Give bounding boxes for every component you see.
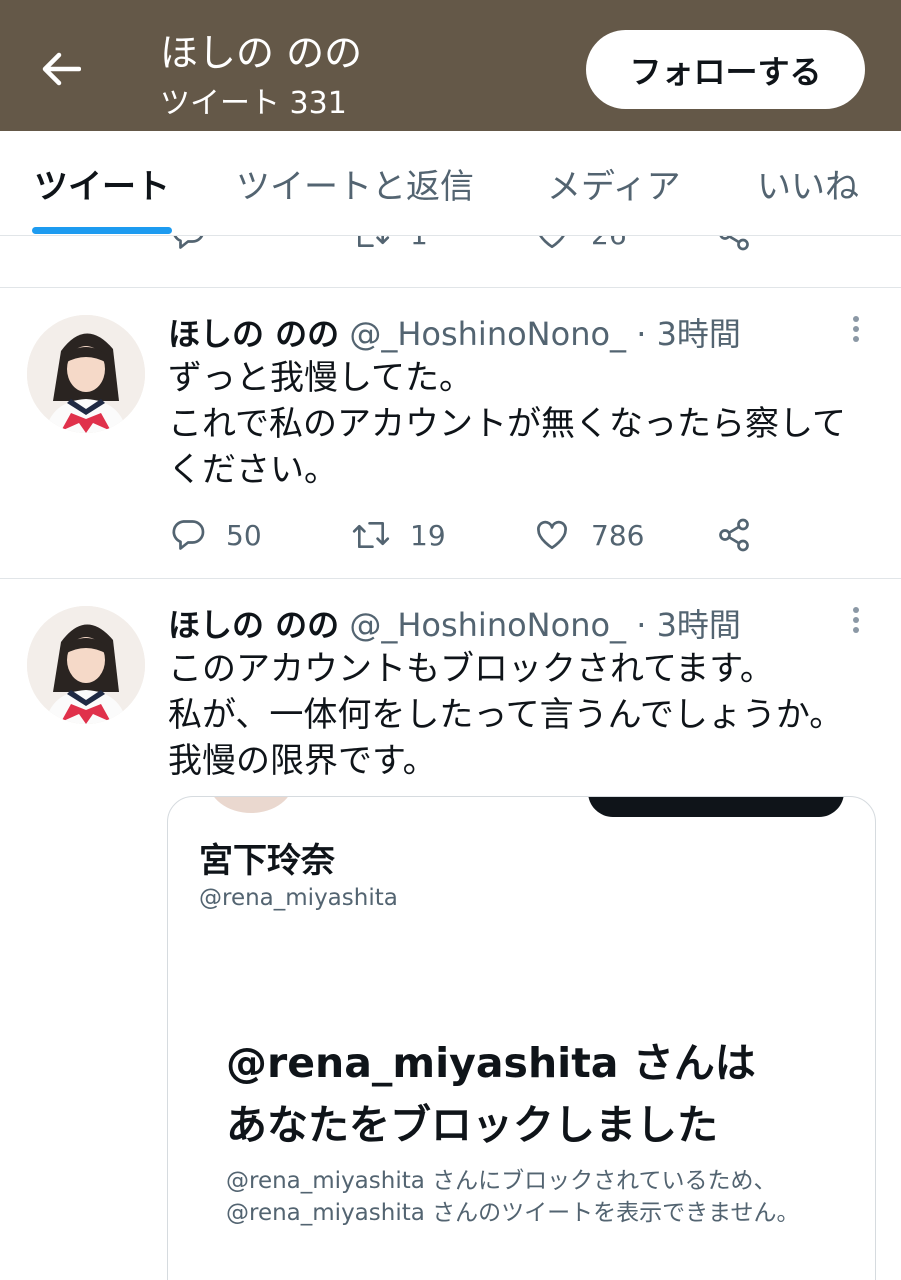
more-options-button[interactable] xyxy=(846,313,866,349)
avatar[interactable] xyxy=(27,606,145,724)
tweet-author-name[interactable]: ほしの のの xyxy=(168,606,339,644)
avatar[interactable] xyxy=(27,315,145,433)
like-button[interactable]: 26 xyxy=(533,236,627,252)
avatar-photo xyxy=(27,315,145,433)
tweet-text-line: このアカウントもブロックされてます。 xyxy=(168,649,774,689)
tweet-text-line: これで私のアカウントが無くなったら察して xyxy=(168,404,846,444)
share-icon xyxy=(719,518,749,552)
tweet-text-line: 我慢の限界です。 xyxy=(168,741,437,781)
meta-separator: · xyxy=(636,315,647,353)
embedded-image-card[interactable]: 宮下玲奈 @rena_miyashita @rena_miyashita さんは… xyxy=(167,796,876,1280)
blocked-description: @rena_miyashita さんのツイートを表示できません。 xyxy=(226,1200,800,1226)
retweet-count: 1 xyxy=(410,236,428,251)
heart-icon xyxy=(537,520,567,550)
share-button[interactable] xyxy=(716,236,752,252)
more-options-button[interactable] xyxy=(846,604,866,640)
tab-media[interactable]: メディア xyxy=(547,159,681,208)
tweet-text-line: 私が、一体何をしたって言うんでしょうか。 xyxy=(168,695,844,735)
tab-tweets[interactable]: ツイート xyxy=(34,159,170,208)
tweet-text: このアカウントもブロックされてます。 私が、一体何をしたって言うんでしょうか。 … xyxy=(168,646,843,784)
share-icon xyxy=(719,236,749,251)
tweet-timestamp[interactable]: 3時間 xyxy=(657,606,741,644)
card-avatar xyxy=(208,797,294,813)
active-tab-indicator xyxy=(32,227,172,234)
blocked-description: @rena_miyashita さんにブロックされているため、 xyxy=(226,1168,777,1194)
retweet-button[interactable]: 19 xyxy=(352,517,446,553)
tweet-text-line: ください。 xyxy=(168,450,338,490)
like-count: 786 xyxy=(591,518,645,552)
tweet-author-handle[interactable]: @_HoshinoNono_ xyxy=(349,315,626,353)
previous-tweet-actions: 1 26 xyxy=(0,236,901,288)
like-button[interactable]: 786 xyxy=(533,517,644,553)
tweet-author-name[interactable]: ほしの のの xyxy=(168,315,339,353)
tweet-meta: ほしの のの @_HoshinoNono_ · 3時間 xyxy=(168,600,741,646)
blocked-headline: @rena_miyashita さんは xyxy=(226,1039,756,1087)
reply-button[interactable] xyxy=(170,236,226,252)
reply-count: 50 xyxy=(226,518,262,552)
retweet-icon xyxy=(357,236,390,248)
tweet-meta: ほしの のの @_HoshinoNono_ · 3時間 xyxy=(168,309,741,355)
retweet-button[interactable]: 1 xyxy=(352,236,428,252)
profile-tabs: ツイート ツイートと返信 メディア いいね xyxy=(0,131,901,236)
share-button[interactable] xyxy=(716,517,752,553)
like-count: 26 xyxy=(591,236,627,251)
heart-icon xyxy=(539,236,565,249)
card-profile-handle: @rena_miyashita xyxy=(199,885,398,911)
follow-button[interactable]: フォローする xyxy=(586,30,865,109)
card-follow-button xyxy=(588,797,844,817)
more-vertical-icon xyxy=(846,607,866,633)
back-button[interactable] xyxy=(38,46,84,92)
reply-icon xyxy=(173,236,204,249)
tweet[interactable]: ほしの のの @_HoshinoNono_ · 3時間 ずっと我慢してた。 これ… xyxy=(0,289,901,579)
tab-likes[interactable]: いいね xyxy=(757,159,859,208)
retweet-count: 19 xyxy=(410,518,446,552)
header-display-name: ほしの のの xyxy=(160,31,363,75)
profile-header: ほしの のの ツイート 331 フォローする xyxy=(0,0,901,131)
arrow-left-icon xyxy=(42,52,81,86)
tweet[interactable]: ほしの のの @_HoshinoNono_ · 3時間 このアカウントもブロック… xyxy=(0,580,901,1280)
more-vertical-icon xyxy=(846,316,866,342)
tab-tweets-and-replies[interactable]: ツイートと返信 xyxy=(236,159,474,208)
card-profile-name: 宮下玲奈 xyxy=(199,841,335,881)
meta-separator: · xyxy=(636,606,647,644)
header-tweet-count: ツイート 331 xyxy=(160,86,347,121)
reply-icon xyxy=(172,520,205,550)
blocked-headline: あなたをブロックしました xyxy=(226,1101,718,1149)
avatar-photo xyxy=(27,606,145,724)
tweet-author-handle[interactable]: @_HoshinoNono_ xyxy=(349,606,626,644)
tweet-timestamp[interactable]: 3時間 xyxy=(657,315,741,353)
tweet-text: ずっと我慢してた。 これで私のアカウントが無くなったら察して ください。 xyxy=(168,355,846,493)
retweet-icon xyxy=(352,521,390,549)
reply-button[interactable]: 50 xyxy=(170,517,262,553)
tweet-text-line: ずっと我慢してた。 xyxy=(168,358,473,398)
